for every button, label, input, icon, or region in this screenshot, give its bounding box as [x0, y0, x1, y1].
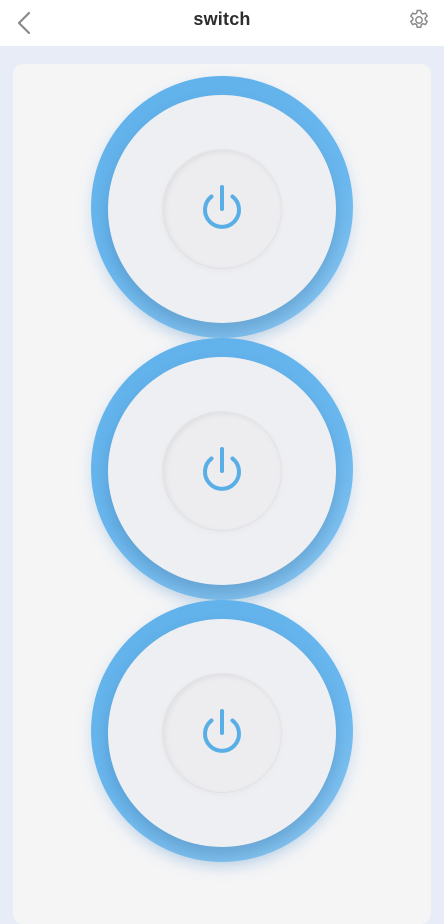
power-icon [203, 709, 241, 753]
switch-face [108, 357, 336, 585]
switch-face [108, 619, 336, 847]
switch-center [163, 412, 281, 530]
switch-face [108, 95, 336, 323]
top-bar: switch [0, 0, 444, 46]
gear-icon [410, 9, 428, 28]
power-icon [203, 447, 241, 491]
switch-button-1[interactable] [91, 76, 353, 338]
page-title: switch [193, 9, 251, 29]
switch-button-3[interactable] [91, 600, 353, 862]
switch-button-2[interactable] [91, 338, 353, 600]
power-icon [203, 185, 241, 229]
switch-center [163, 150, 281, 268]
switch-center [163, 674, 281, 792]
settings-button[interactable] [406, 7, 432, 33]
